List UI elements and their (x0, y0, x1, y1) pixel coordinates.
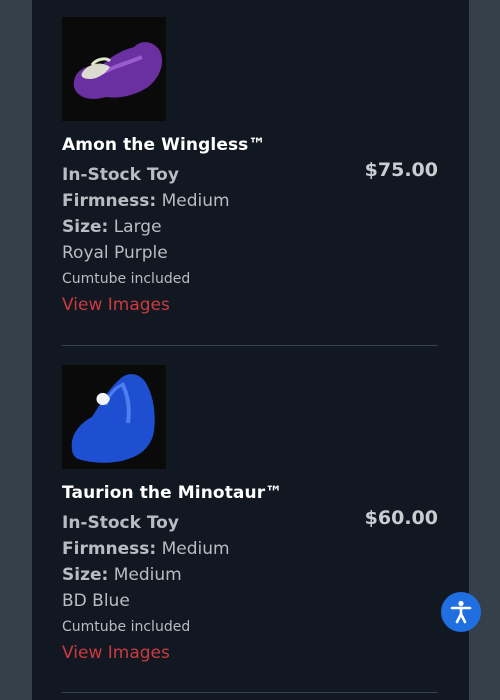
size-line: Size: Medium (62, 565, 438, 585)
firmness-line: Firmness: Medium (62, 539, 438, 559)
divider (62, 692, 438, 693)
extra-note: Cumtube included (62, 619, 191, 635)
color-name: BD Blue (62, 591, 130, 611)
product-image[interactable] (62, 17, 166, 121)
firmness-line: Firmness: Medium (62, 191, 438, 211)
product-list-panel: Amon the Wingless™ $75.00 In-Stock Toy F… (32, 0, 469, 700)
divider (62, 345, 438, 346)
blue-toy-image (62, 365, 166, 469)
firmness-value: Medium (161, 191, 230, 211)
product-price: $75.00 (364, 159, 438, 181)
size-value: Medium (113, 565, 182, 585)
product-item: Amon the Wingless™ $75.00 In-Stock Toy F… (62, 17, 438, 315)
product-price: $60.00 (364, 507, 438, 529)
size-label: Size: (62, 565, 109, 585)
size-value: Large (113, 217, 162, 237)
size-label: Size: (62, 217, 109, 237)
firmness-label: Firmness: (62, 191, 157, 211)
product-name: Amon the Wingless™ (62, 135, 266, 155)
accessibility-button[interactable] (441, 592, 481, 632)
view-images-link[interactable]: View Images (62, 643, 438, 663)
extra-note: Cumtube included (62, 271, 191, 287)
firmness-label: Firmness: (62, 539, 157, 559)
product-item: Taurion the Minotaur™ $60.00 In-Stock To… (62, 365, 438, 663)
purple-toy-image (62, 17, 166, 121)
product-name: Taurion the Minotaur™ (62, 483, 283, 503)
size-line: Size: Large (62, 217, 438, 237)
color-name: Royal Purple (62, 243, 168, 263)
product-image[interactable] (62, 365, 166, 469)
accessibility-icon (450, 600, 472, 624)
firmness-value: Medium (161, 539, 230, 559)
view-images-link[interactable]: View Images (62, 295, 438, 315)
